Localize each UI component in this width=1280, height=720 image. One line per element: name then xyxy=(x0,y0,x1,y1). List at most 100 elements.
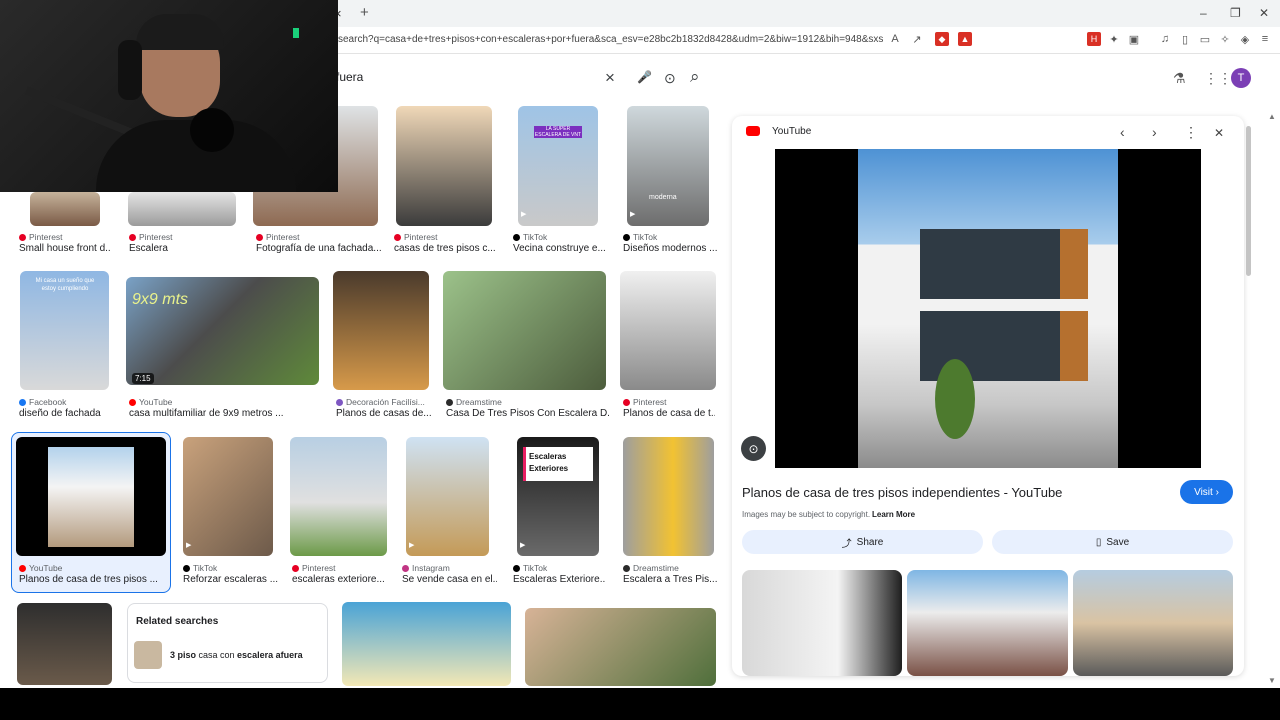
result-image[interactable] xyxy=(525,608,716,686)
result-caption[interactable]: diseño de fachada xyxy=(19,408,114,419)
result-source: TikTok xyxy=(183,563,217,573)
result-image[interactable]: Mi casa un sueño que estoy cumpliendo xyxy=(20,271,109,390)
result-image[interactable]: ▶ xyxy=(406,437,489,556)
extension-icon-1[interactable]: H xyxy=(1087,32,1101,46)
lens-icon[interactable]: ⊙ xyxy=(664,70,676,87)
result-image[interactable] xyxy=(16,437,166,556)
result-image[interactable] xyxy=(30,192,100,226)
result-source: Pinterest xyxy=(394,232,438,242)
result-image[interactable]: ▶ xyxy=(183,437,273,556)
result-source: Dreamstime xyxy=(446,397,502,407)
result-image[interactable] xyxy=(333,271,429,390)
result-caption[interactable]: Planos de casa de t... xyxy=(623,408,715,419)
search-box[interactable]: fuera xyxy=(330,62,688,92)
result-image[interactable] xyxy=(443,271,606,390)
result-caption[interactable]: Planos de casas de... xyxy=(336,408,434,419)
mic-icon[interactable]: 🎤 xyxy=(637,70,652,84)
result-caption[interactable]: Escaleras Exteriore... xyxy=(513,574,605,585)
result-caption[interactable]: Casa De Tres Pisos Con Escalera D... xyxy=(446,408,609,419)
lens-search-icon[interactable]: ⊙ xyxy=(741,436,766,461)
search-icon[interactable]: ⌕ xyxy=(690,67,700,87)
more-options-icon[interactable]: ⋮ xyxy=(1184,124,1198,141)
result-caption[interactable]: Reforzar escaleras ... xyxy=(183,574,278,585)
result-image[interactable]: LA SUPER ESCALERA DE VNT ▶ xyxy=(518,106,598,226)
streamer-hair xyxy=(136,14,224,50)
page-scroll-up-icon[interactable]: ▲ xyxy=(1268,112,1276,121)
page-scroll-down-icon[interactable]: ▼ xyxy=(1268,676,1276,685)
result-image[interactable]: moderna ▶ xyxy=(627,106,709,226)
apps-grid-icon[interactable]: ⋮⋮ xyxy=(1204,70,1232,87)
wallet-icon[interactable]: ▭ xyxy=(1198,32,1212,46)
close-icon[interactable]: ✕ xyxy=(1214,126,1224,140)
share-page-icon[interactable]: ↗ xyxy=(910,32,924,46)
result-caption[interactable]: casa multifamiliar de 9x9 metros ... xyxy=(129,408,319,419)
learn-more-link[interactable]: Learn More xyxy=(872,510,915,519)
prev-icon[interactable]: ‹ xyxy=(1120,124,1125,140)
result-source: TikTok xyxy=(513,563,547,573)
result-caption[interactable]: Planos de casa de tres pisos ... xyxy=(19,574,167,585)
avatar[interactable]: T xyxy=(1231,68,1251,88)
share-button[interactable]: ⤴ Share xyxy=(742,530,983,554)
thumb-overlay-text: Escaleras Exteriores xyxy=(529,452,569,473)
result-source: Pinterest xyxy=(129,232,173,242)
visit-button[interactable]: Visit › xyxy=(1180,480,1233,504)
pinterest-icon xyxy=(292,564,299,572)
result-caption[interactable]: Fotografía de una fachada... xyxy=(256,243,381,254)
result-caption[interactable]: Escalera a Tres Pis... xyxy=(623,574,718,585)
brave-rewards-icon[interactable]: ▲ xyxy=(958,32,972,46)
thumb-overlay-text: Mi casa un sueño que estoy cumpliendo xyxy=(35,278,95,292)
result-image[interactable] xyxy=(623,437,714,556)
preview-title[interactable]: Planos de casa de tres pisos independien… xyxy=(742,485,1062,500)
vpn-icon[interactable]: ◈ xyxy=(1238,32,1252,46)
scrollbar-thumb[interactable] xyxy=(1246,126,1251,276)
related-search-item[interactable]: 3 piso casa con escalera afuera xyxy=(170,650,303,660)
clear-icon[interactable]: × xyxy=(605,68,615,88)
search-input[interactable]: fuera xyxy=(336,70,363,84)
sidebar-icon[interactable]: ▯ xyxy=(1178,32,1192,46)
microphone xyxy=(190,108,234,152)
result-source: TikTok xyxy=(513,232,547,242)
video-icon: ▶ xyxy=(520,542,526,549)
result-caption[interactable]: Diseños modernos ... xyxy=(623,243,718,254)
translate-icon[interactable]: A xyxy=(888,32,902,46)
bottom-bar xyxy=(0,688,1280,720)
related-image[interactable] xyxy=(742,570,902,676)
result-caption[interactable]: Escalera xyxy=(129,243,229,254)
preview-source[interactable]: YouTube xyxy=(772,126,811,137)
extension-icon-3[interactable]: ▣ xyxy=(1127,32,1141,46)
result-image[interactable] xyxy=(290,437,387,556)
related-searches-title: Related searches xyxy=(136,616,219,627)
related-image[interactable] xyxy=(1073,570,1233,676)
brave-shield-icon[interactable]: ◆ xyxy=(935,32,949,46)
next-icon[interactable]: › xyxy=(1152,124,1157,140)
duration-badge: 7:15 xyxy=(132,373,154,384)
window-close-button[interactable]: ✕ xyxy=(1259,6,1269,20)
labs-icon[interactable]: ⚗ xyxy=(1173,70,1186,87)
minimize-button[interactable]: – xyxy=(1200,6,1207,20)
pinterest-icon xyxy=(623,398,630,406)
result-image[interactable]: Escaleras Exteriores ▶ xyxy=(517,437,599,556)
result-image[interactable] xyxy=(396,106,492,226)
extension-icon-2[interactable]: ✦ xyxy=(1107,32,1121,46)
leo-icon[interactable]: ✧ xyxy=(1218,32,1232,46)
result-caption[interactable]: escaleras exteriore... xyxy=(292,574,390,585)
related-image[interactable] xyxy=(907,570,1068,676)
result-image[interactable]: 9x9 mts 7:15 xyxy=(126,277,319,385)
restore-button[interactable]: ❐ xyxy=(1230,6,1241,20)
new-tab-button[interactable]: + xyxy=(360,4,369,21)
result-image[interactable] xyxy=(128,192,236,226)
result-source: Dreamstime xyxy=(623,563,679,573)
result-caption[interactable]: Small house front d... xyxy=(19,243,111,254)
result-image[interactable] xyxy=(620,271,716,390)
preview-image[interactable] xyxy=(775,149,1201,468)
result-image[interactable] xyxy=(342,602,511,686)
result-image[interactable] xyxy=(17,603,112,685)
result-caption[interactable]: casas de tres pisos c... xyxy=(394,243,496,254)
panel-scrollbar[interactable] xyxy=(1245,116,1253,676)
result-caption[interactable]: Vecina construye e... xyxy=(513,243,605,254)
media-icon[interactable]: ♫ xyxy=(1158,32,1172,46)
save-button[interactable]: ▯ Save xyxy=(992,530,1233,554)
menu-icon[interactable]: ≡ xyxy=(1258,32,1272,46)
url-text[interactable]: search?q=casa+de+tres+pisos+con+escalera… xyxy=(338,34,883,45)
result-caption[interactable]: Se vende casa en el... xyxy=(402,574,497,585)
